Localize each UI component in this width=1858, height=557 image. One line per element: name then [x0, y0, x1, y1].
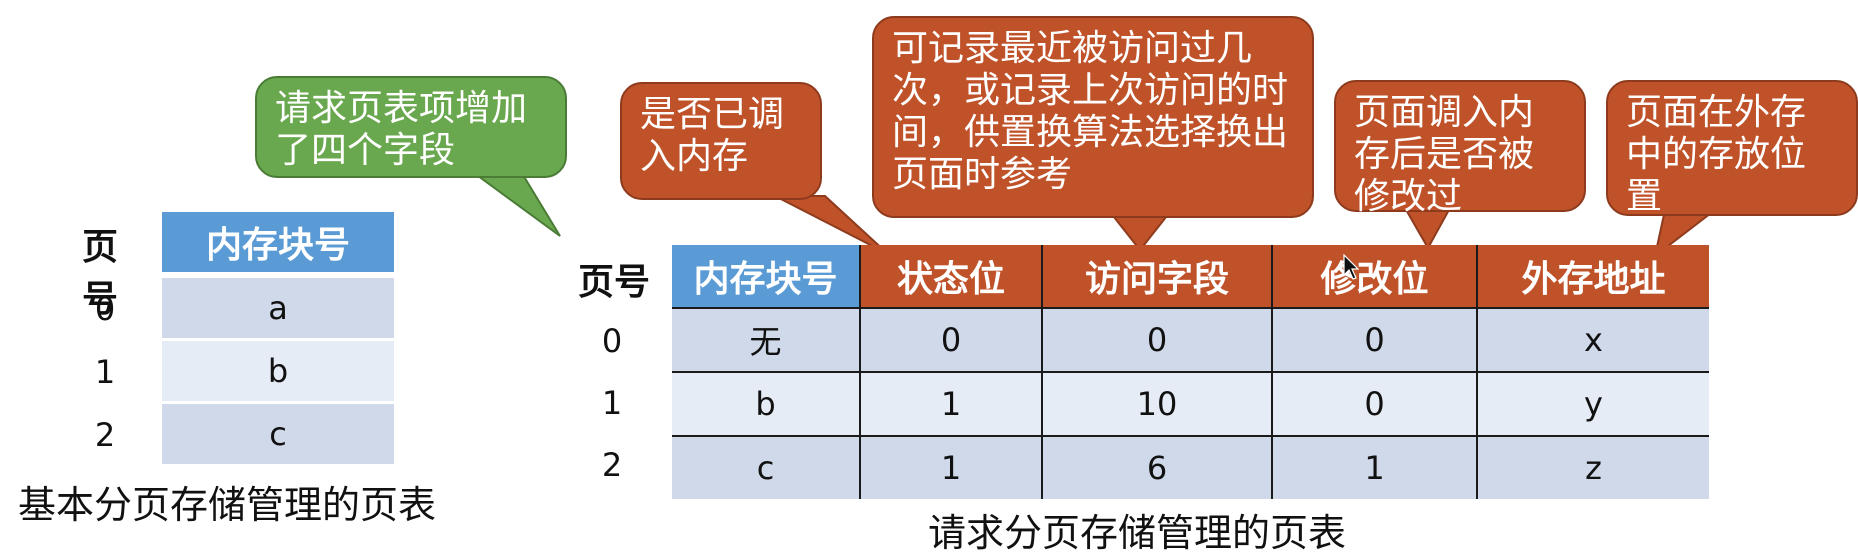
- basic-table-frame-1: b: [162, 341, 394, 401]
- callout-access-field: 可记录最近被访问过几次，或记录上次访问的时间，供置换算法选择换出页面时参考: [872, 16, 1314, 218]
- cell-access: 10: [1041, 371, 1272, 436]
- header-external-address: 外存地址: [1476, 245, 1709, 308]
- basic-table-frame-2: c: [162, 404, 394, 464]
- cell-status: 0: [859, 307, 1042, 372]
- cell-status: 1: [859, 435, 1042, 499]
- table-row: 无 0 0 0 x: [672, 307, 1709, 372]
- request-table-caption: 请求分页存储管理的页表: [928, 511, 1347, 555]
- callout-external-address: 页面在外存中的存放位置: [1606, 80, 1858, 217]
- basic-table-page-2: 2: [94, 416, 116, 454]
- cell-frame: b: [672, 371, 860, 436]
- cell-address: y: [1476, 371, 1709, 436]
- table-row: b 1 10 0 y: [672, 371, 1709, 436]
- request-table-page-1: 1: [601, 384, 623, 422]
- callout-modify-bit: 页面调入内存后是否被修改过: [1334, 80, 1586, 217]
- request-table-page-column: 0 1 2: [582, 310, 642, 496]
- cell-frame: c: [672, 435, 860, 499]
- basic-table-page-1: 1: [94, 353, 116, 391]
- cell-address: z: [1476, 435, 1709, 499]
- basic-table-page-0: 0: [94, 290, 116, 328]
- request-table-page-2: 2: [601, 446, 623, 484]
- header-status-bit: 状态位: [859, 245, 1042, 308]
- header-access-field: 访问字段: [1041, 245, 1272, 308]
- cell-access: 0: [1041, 307, 1272, 372]
- basic-table-frame-0: a: [162, 278, 394, 338]
- cell-modify: 0: [1271, 371, 1477, 436]
- mouse-cursor-icon: [1343, 254, 1359, 280]
- cell-modify: 1: [1271, 435, 1477, 499]
- header-frame-number: 内存块号: [672, 245, 860, 308]
- cell-status: 1: [859, 371, 1042, 436]
- request-table-page-header: 页号: [578, 262, 651, 303]
- cell-access: 6: [1041, 435, 1272, 499]
- cell-modify: 0: [1271, 307, 1477, 372]
- tail-added-fields: [466, 169, 561, 237]
- request-table-page-0: 0: [601, 322, 623, 360]
- request-table-header-row: 内存块号 状态位 访问字段 修改位 外存地址: [672, 245, 1709, 308]
- cell-address: x: [1476, 307, 1709, 372]
- callout-added-fields: 请求页表项增加了四个字段: [255, 76, 567, 178]
- table-row: c 1 6 1 z: [672, 435, 1709, 499]
- basic-table-caption: 基本分页存储管理的页表: [18, 483, 437, 527]
- callout-status-bit: 是否已调入内存: [620, 82, 822, 200]
- cell-frame: 无: [672, 307, 860, 372]
- header-modify-bit: 修改位: [1271, 245, 1477, 308]
- request-page-table: 内存块号 状态位 访问字段 修改位 外存地址 无 0 0 0 x b 1 10 …: [672, 245, 1709, 499]
- basic-table-frame-header: 内存块号: [162, 212, 394, 272]
